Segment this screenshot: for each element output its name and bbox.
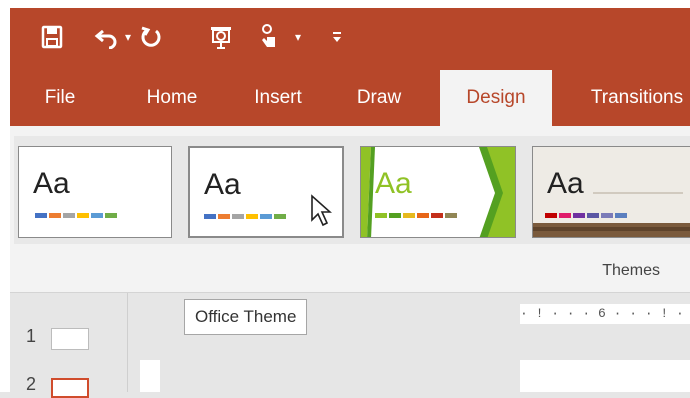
slide-number-1: 1 [26, 326, 37, 346]
tab-home[interactable]: Home [128, 70, 216, 126]
tab-draw[interactable]: Draw [346, 70, 412, 126]
mouse-cursor-icon [311, 194, 332, 227]
tab-design[interactable]: Design [440, 70, 552, 126]
theme-sample-text: Aa [547, 167, 584, 200]
slide-thumbnail-2[interactable] [51, 378, 89, 398]
undo-icon[interactable] [94, 22, 120, 52]
undo-dropdown-arrow-icon[interactable]: ▾ [122, 22, 134, 52]
theme-color-swatches [375, 213, 457, 218]
tab-transitions[interactable]: Transitions [572, 70, 690, 126]
quick-access-toolbar: ▾ ▾ [10, 8, 690, 70]
slide-thumbnail-1[interactable] [51, 328, 89, 350]
theme-office-1[interactable]: Aa [18, 146, 172, 238]
theme-office-2[interactable]: Aa [188, 146, 344, 238]
horizontal-ruler: · ! · · · 6 · · · ! · [520, 304, 690, 324]
vertical-ruler [140, 360, 160, 392]
touch-dropdown-arrow-icon[interactable]: ▾ [292, 22, 304, 52]
theme-sample-text: Aa [33, 167, 70, 200]
window-top-border [0, 0, 690, 8]
tab-insert[interactable]: Insert [240, 70, 316, 126]
theme-tooltip: Office Theme [184, 299, 308, 335]
theme-sample-text: Aa [375, 167, 412, 200]
ribbon-tabs: File Home Insert Draw Design Transitions [10, 70, 690, 126]
redo-icon[interactable] [138, 22, 164, 52]
save-icon[interactable] [40, 22, 64, 52]
thumbnail-pane-divider [127, 293, 128, 392]
powerpoint-window: ▾ ▾ File Home Insert Draw Design Transit… [0, 0, 690, 398]
theme-color-swatches [35, 213, 117, 218]
themes-gallery: Aa Aa Aa Aa [14, 136, 690, 244]
customize-toolbar-icon[interactable] [330, 22, 344, 52]
ribbon-panel: Aa Aa Aa Aa Themes [10, 126, 690, 294]
slide-canvas[interactable] [520, 360, 690, 392]
start-from-beginning-icon[interactable] [208, 22, 236, 52]
theme-color-swatches [204, 214, 286, 219]
theme-4[interactable]: Aa [532, 146, 690, 238]
theme-facet[interactable]: Aa [360, 146, 516, 238]
theme-color-swatches [545, 213, 627, 218]
window-left-border [0, 0, 10, 392]
touch-mouse-mode-icon[interactable] [256, 22, 282, 52]
theme-sample-text: Aa [204, 168, 241, 201]
tab-file[interactable]: File [32, 70, 88, 126]
themes-group-label: Themes [602, 262, 660, 279]
